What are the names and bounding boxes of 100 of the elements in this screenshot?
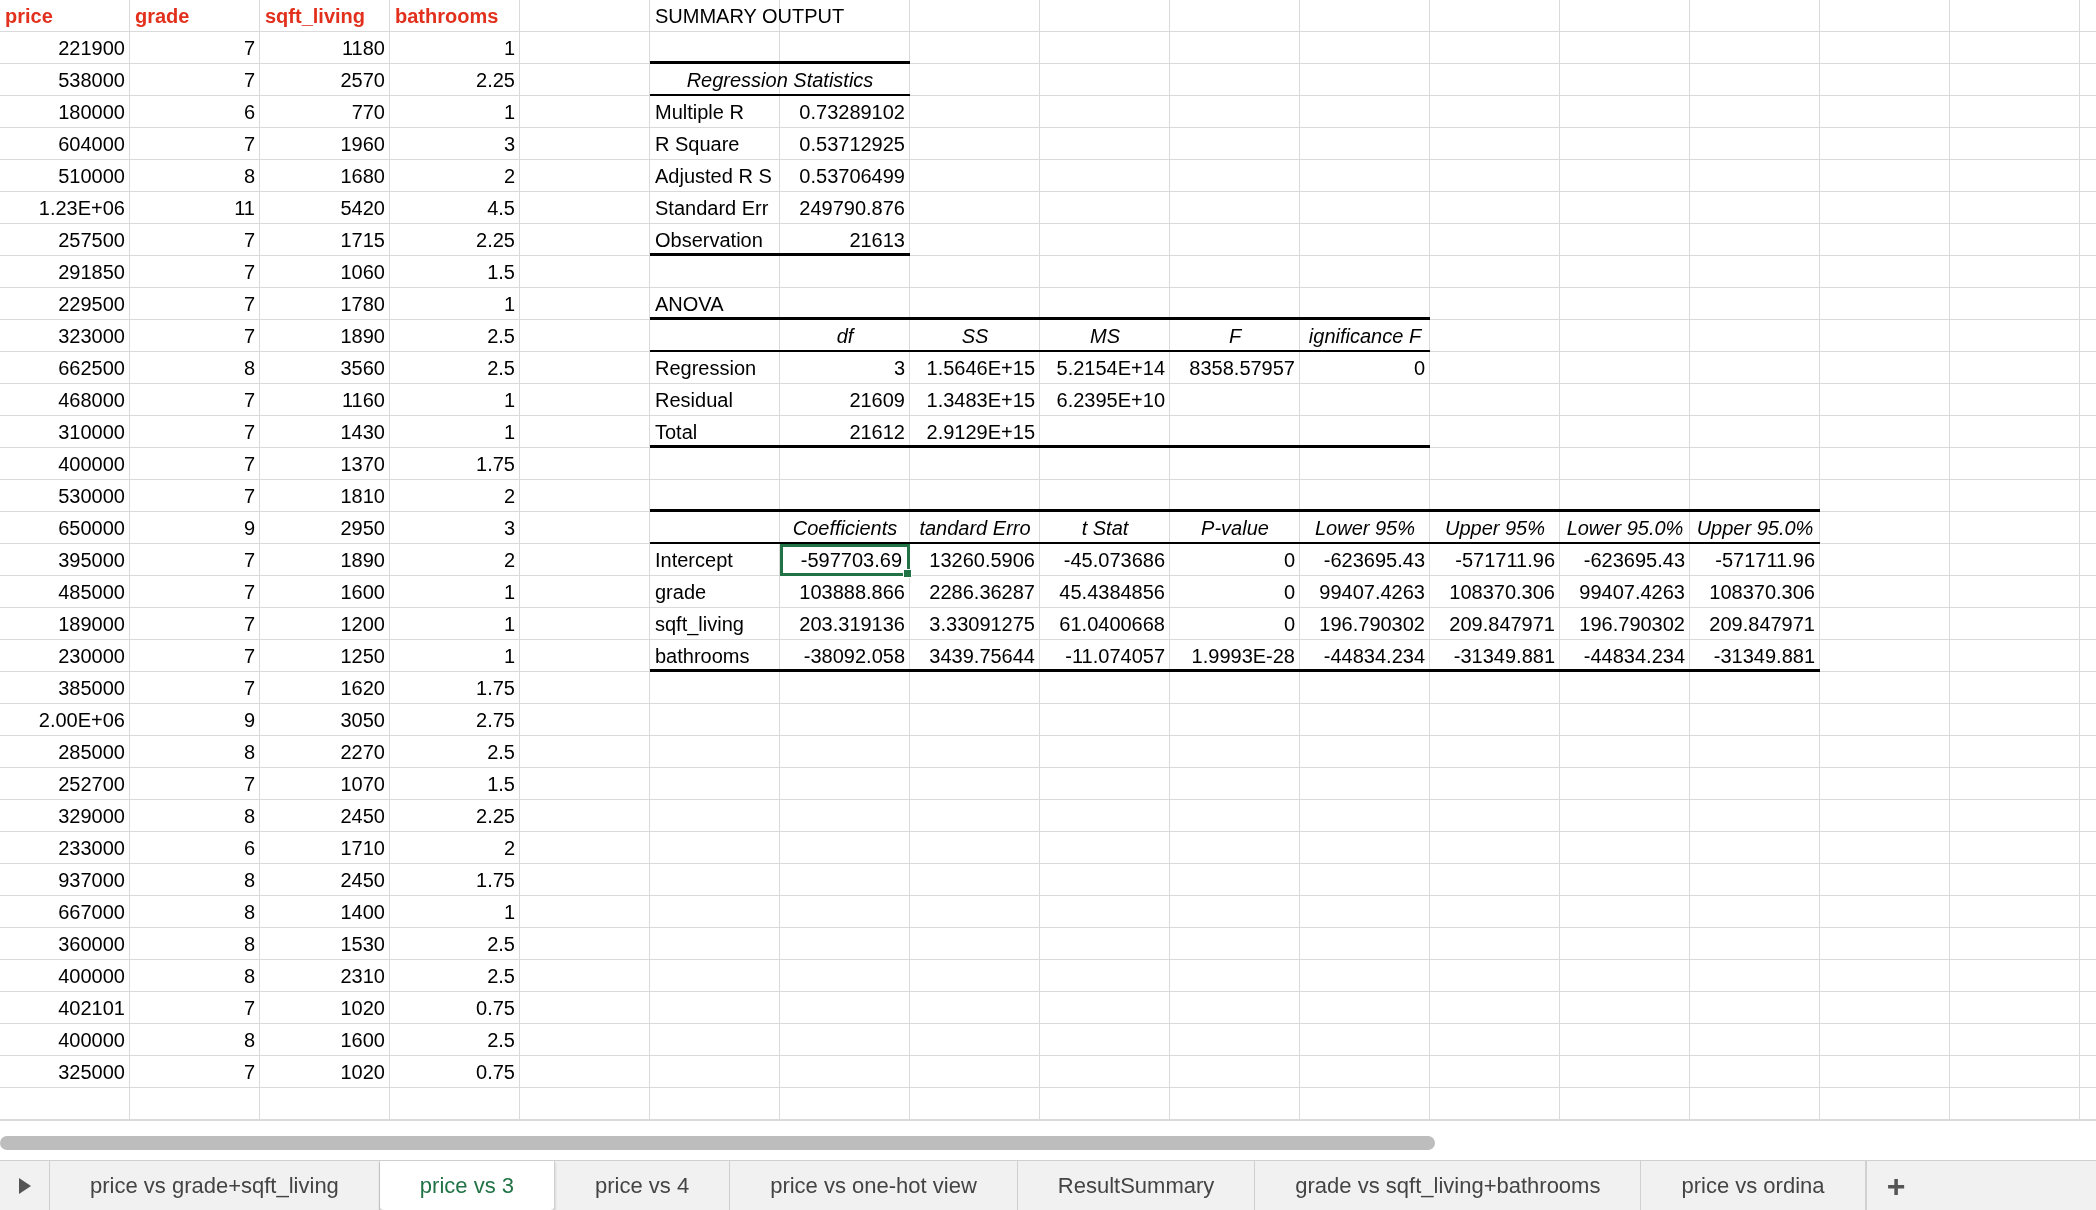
table-cell[interactable]: 196.790302 [1560,608,1690,640]
table-cell-text: 2.5 [487,932,515,957]
table-cell-text: 7 [243,260,255,285]
table-cell[interactable]: 3.33091275 [910,608,1040,640]
table-cell-text: 7 [243,132,255,157]
sheet-tab[interactable]: price vs grade+sqft_living [50,1161,380,1210]
table-cell[interactable]: 108370.306 [1690,576,1820,608]
table-cell-text: 0.53706499 [799,164,905,189]
sheet-tab[interactable]: grade vs sqft_living+bathrooms [1255,1161,1642,1210]
table-cell-text: 6 [243,836,255,861]
table-cell[interactable]: 0 [1170,608,1300,640]
table-cell-text: 1 [503,388,515,413]
table-cell-text: 257500 [58,228,125,253]
table-cell[interactable]: 3439.75644 [910,640,1040,672]
row-label: bathrooms [655,644,750,669]
table-cell-text: 7 [243,324,255,349]
column-header: tandard Erro [919,516,1031,541]
table-cell-text: 233000 [58,836,125,861]
table-cell-text: 1.3483E+15 [926,388,1035,413]
sheet-tab[interactable]: price vs one-hot view [730,1161,1018,1210]
table-cell[interactable]: -45.073686 [1040,544,1170,576]
table-cell[interactable]: -623695.43 [1300,544,1430,576]
table-cell[interactable]: 1.9993E-28 [1170,640,1300,672]
table-cell-text: 400000 [58,452,125,477]
column-header: SS [961,324,989,349]
table-cell-text: 2.5 [487,324,515,349]
add-sheet-button[interactable]: + [1865,1161,1926,1210]
table-cell-text: 662500 [58,356,125,381]
table-cell-text: 7 [243,644,255,669]
table-cell-text: 285000 [58,740,125,765]
table-cell[interactable]: -44834.234 [1300,640,1430,672]
table-cell-text: 1620 [340,676,385,701]
table-cell[interactable]: 45.4384856 [1040,576,1170,608]
table-cell[interactable]: -38092.058 [780,640,910,672]
table-cell-text: 485000 [58,580,125,605]
table-cell-text: 323000 [58,324,125,349]
table-cell-text: 7 [243,772,255,797]
sheet-tab[interactable]: price vs 4 [555,1161,731,1210]
table-cell[interactable]: 13260.5906 [910,544,1040,576]
table-cell[interactable]: -44834.234 [1560,640,1690,672]
table-cell-text: 1.23E+06 [38,196,125,221]
table-cell[interactable]: 203.319136 [780,608,910,640]
table-cell-text: 395000 [58,548,125,573]
table-cell-text: 7 [243,612,255,637]
table-cell[interactable]: 108370.306 [1430,576,1560,608]
table-cell[interactable]: -571711.96 [1690,544,1820,576]
column-header: P-value [1201,516,1269,541]
table-cell[interactable]: 2286.36287 [910,576,1040,608]
table-cell[interactable]: 61.0400668 [1040,608,1170,640]
table-cell-text: 3 [503,132,515,157]
table-cell-text: 189000 [58,612,125,637]
table-cell-text: 9 [243,708,255,733]
table-cell-text: 5420 [340,196,385,221]
selected-cell[interactable]: -597703.69 [780,544,910,576]
table-cell-text: 252700 [58,772,125,797]
table-cell-text: 1 [503,580,515,605]
table-cell[interactable]: -31349.881 [1690,640,1820,672]
table-cell-text: 1.75 [476,868,515,893]
table-cell[interactable]: 99407.4263 [1300,576,1430,608]
table-cell-text: 1600 [340,1028,385,1053]
table-cell-text: 0.53712925 [799,132,905,157]
table-cell-text: 402101 [58,996,125,1021]
table-cell[interactable]: 209.847971 [1690,608,1820,640]
sheet-tab[interactable]: ResultSummary [1017,1161,1256,1210]
table-cell-text: 8 [243,932,255,957]
table-cell-text: 937000 [58,868,125,893]
column-header: t Stat [1081,516,1129,541]
table-cell-text: 8 [243,804,255,829]
table-cell-text: 230000 [58,644,125,669]
sheet-tab[interactable]: price vs 3 [379,1161,555,1210]
table-cell[interactable]: -11.074057 [1040,640,1170,672]
table-cell-text: 2.25 [476,68,515,93]
table-cell-text: 1070 [340,772,385,797]
table-cell[interactable]: 0 [1170,576,1300,608]
table-cell-text: 1890 [340,324,385,349]
scrollbar-thumb[interactable] [0,1136,1435,1150]
sheet-tab[interactable]: price vs ordina [1641,1161,1866,1210]
table-cell-text: 8 [243,740,255,765]
table-cell[interactable]: 209.847971 [1430,608,1560,640]
table-cell-text: 8 [243,868,255,893]
table-cell-text: 2.5 [487,356,515,381]
table-cell[interactable]: -571711.96 [1430,544,1560,576]
table-cell[interactable]: 103888.866 [780,576,910,608]
table-cell[interactable]: 99407.4263 [1560,576,1690,608]
table-cell[interactable]: 0 [1170,544,1300,576]
table-cell-text: 1890 [340,548,385,573]
table-cell[interactable]: -623695.43 [1560,544,1690,576]
table-cell-text: 3 [503,516,515,541]
table-cell[interactable]: 196.790302 [1300,608,1430,640]
row-label: Total [655,420,698,445]
column-header: bathrooms [395,4,499,29]
row-label: Standard Err [655,196,769,221]
table-cell[interactable]: -31349.881 [1430,640,1560,672]
row-label: R Square [655,132,740,157]
table-cell-text: 1680 [340,164,385,189]
fill-handle[interactable] [903,569,912,578]
table-cell-text: 2.5 [487,964,515,989]
table-cell-text: 7 [243,1060,255,1085]
table-cell-text: 360000 [58,932,125,957]
row-label: sqft_living [655,612,744,638]
